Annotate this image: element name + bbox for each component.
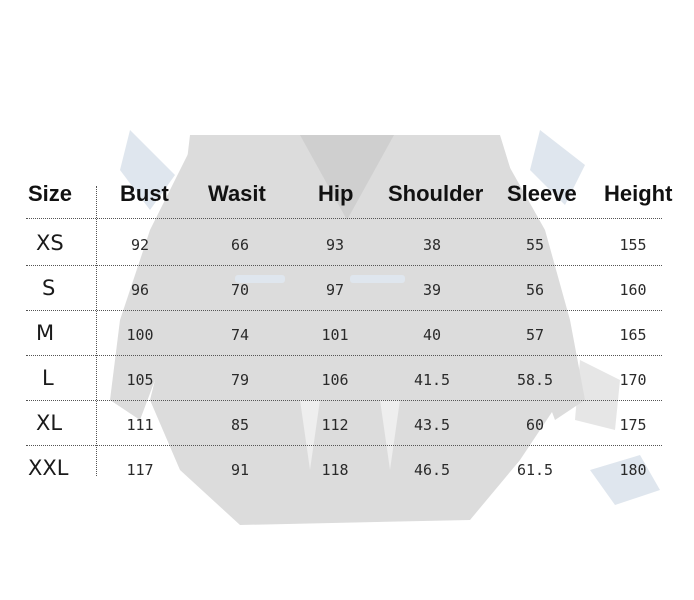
row-divider xyxy=(26,218,662,219)
hip-value: 93 xyxy=(325,236,345,254)
header-height: Height xyxy=(604,181,673,206)
size-label-s: S xyxy=(42,276,56,300)
size-chart-table: Size Bust Wasit Hip Shoulder Sleeve Heig… xyxy=(0,0,694,600)
height-value: 160 xyxy=(619,281,647,299)
hip-value: 97 xyxy=(325,281,345,299)
height-value: 170 xyxy=(619,371,647,389)
header-shoulder: Shoulder xyxy=(388,181,484,206)
waist-value: 70 xyxy=(230,281,250,299)
waist-value: 79 xyxy=(230,371,250,389)
sleeve-value: 55 xyxy=(525,236,545,254)
size-label-xxl: XXL xyxy=(28,456,69,480)
hip-value: 106 xyxy=(321,371,349,389)
height-value: 175 xyxy=(619,416,647,434)
sleeve-value: 58.5 xyxy=(516,371,554,389)
bust-value: 105 xyxy=(126,371,154,389)
waist-value: 85 xyxy=(230,416,250,434)
shoulder-value: 39 xyxy=(422,281,442,299)
height-value: 165 xyxy=(619,326,647,344)
shoulder-value: 41.5 xyxy=(413,371,451,389)
row-divider xyxy=(26,400,662,401)
waist-value: 74 xyxy=(230,326,250,344)
shoulder-value: 40 xyxy=(422,326,442,344)
header-size: Size xyxy=(28,181,73,206)
shoulder-value: 46.5 xyxy=(413,461,451,479)
waist-value: 91 xyxy=(230,461,250,479)
hip-value: 101 xyxy=(321,326,349,344)
row-divider xyxy=(26,355,662,356)
bust-value: 111 xyxy=(126,416,154,434)
row-divider xyxy=(26,265,662,266)
size-label-l: L xyxy=(42,366,54,390)
sleeve-value: 56 xyxy=(525,281,545,299)
shoulder-value: 43.5 xyxy=(413,416,451,434)
waist-value: 66 xyxy=(230,236,250,254)
sleeve-value: 57 xyxy=(525,326,545,344)
hip-value: 112 xyxy=(321,416,349,434)
shoulder-value: 38 xyxy=(422,236,442,254)
sleeve-value: 61.5 xyxy=(516,461,554,479)
header-hip: Hip xyxy=(318,181,354,206)
bust-value: 96 xyxy=(130,281,150,299)
size-label-m: M xyxy=(36,321,55,345)
hip-value: 118 xyxy=(321,461,349,479)
size-label-xs: XS xyxy=(36,231,64,255)
header-bust: Bust xyxy=(120,181,169,206)
height-value: 180 xyxy=(619,461,647,479)
height-value: 155 xyxy=(619,236,647,254)
sleeve-value: 60 xyxy=(525,416,545,434)
size-column-divider xyxy=(96,186,97,476)
bust-value: 117 xyxy=(126,461,154,479)
header-waist: Wasit xyxy=(208,181,266,206)
bust-value: 100 xyxy=(126,326,154,344)
row-divider xyxy=(26,445,662,446)
row-divider xyxy=(26,310,662,311)
header-sleeve: Sleeve xyxy=(507,181,577,206)
size-label-xl: XL xyxy=(36,411,63,435)
bust-value: 92 xyxy=(130,236,150,254)
